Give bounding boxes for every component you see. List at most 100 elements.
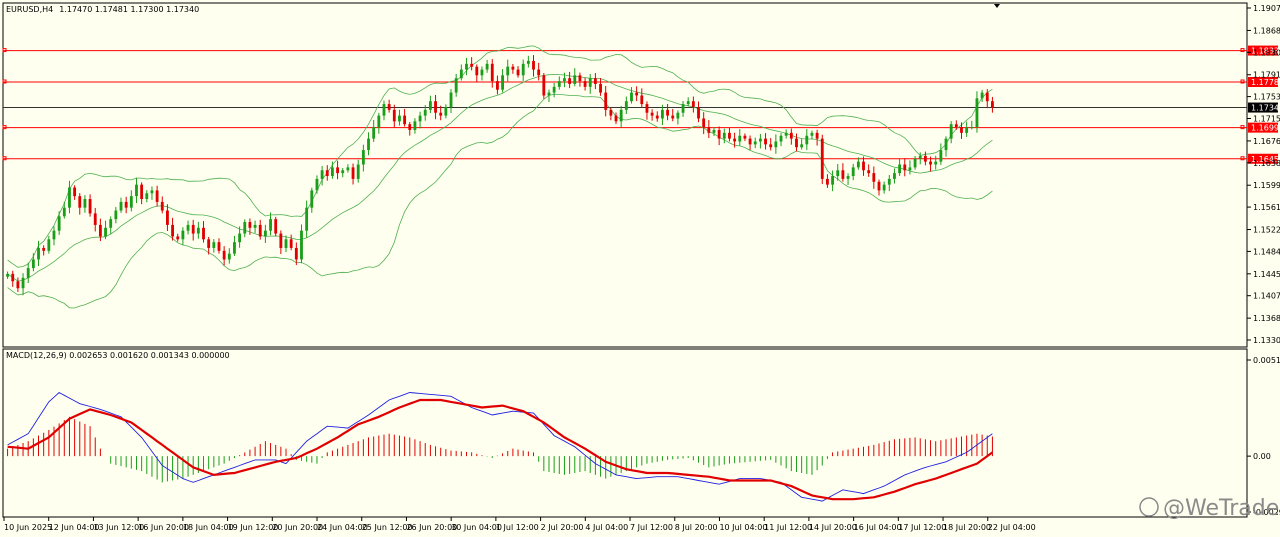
bull-candle xyxy=(619,109,623,122)
bull-candle xyxy=(753,141,757,145)
bull-candle xyxy=(856,161,860,168)
bear-candle xyxy=(593,78,597,84)
bear-candle xyxy=(222,250,226,260)
bull-candle xyxy=(887,178,891,185)
bull-candle xyxy=(310,190,314,208)
bull-candle xyxy=(423,109,427,116)
bull-candle xyxy=(970,127,974,129)
price-tick-label: 1.17910 xyxy=(1253,71,1280,80)
macd-tick-label: 0.00 xyxy=(1253,452,1271,461)
bull-candle xyxy=(624,101,628,110)
bull-candle xyxy=(346,167,350,171)
bull-candle xyxy=(949,124,953,139)
bull-candle xyxy=(521,63,525,76)
bull-candle xyxy=(449,92,453,107)
bull-candle xyxy=(444,106,448,116)
bull-candle xyxy=(83,199,87,208)
symbol-label: EURUSD,H4 xyxy=(6,5,53,14)
time-tick-label: 10 Jun 2025 xyxy=(4,523,52,532)
bear-candle xyxy=(274,219,278,234)
bull-candle xyxy=(934,161,938,165)
bull-candle xyxy=(913,158,917,168)
bull-candle xyxy=(918,155,922,159)
price-tick-label: 1.17150 xyxy=(1253,114,1280,123)
bear-candle xyxy=(583,81,587,87)
bear-candle xyxy=(325,170,329,177)
bear-candle xyxy=(516,69,520,76)
time-tick-label: 14 Jul 20:00 xyxy=(809,523,857,532)
bull-candle xyxy=(428,101,432,110)
price-tick-label: 1.15610 xyxy=(1253,203,1280,212)
bull-candle xyxy=(181,230,185,240)
bull-candle xyxy=(186,224,190,231)
time-tick-label: 18 Jul 20:00 xyxy=(943,523,991,532)
time-tick-label: 13 Jun 12:00 xyxy=(93,523,144,532)
bear-candle xyxy=(392,109,396,122)
bear-candle xyxy=(171,224,174,237)
bear-candle xyxy=(609,109,613,116)
bear-candle xyxy=(599,83,602,93)
bull-candle xyxy=(465,63,468,70)
bear-candle xyxy=(140,184,144,200)
bear-candle xyxy=(697,106,700,119)
bear-candle xyxy=(795,138,798,148)
bull-candle xyxy=(320,170,324,179)
bull-candle xyxy=(681,104,685,113)
bull-candle xyxy=(893,173,896,179)
bull-candle xyxy=(269,219,272,231)
time-tick-label: 22 Jul 04:00 xyxy=(988,523,1036,532)
bear-candle xyxy=(820,138,824,179)
bear-candle xyxy=(903,164,907,171)
chart-window[interactable]: 1.183301.177841.169911.164501.17340 1.19… xyxy=(0,0,1280,537)
bull-candle xyxy=(361,150,365,165)
time-tick-label: 19 Jun 12:00 xyxy=(228,523,279,532)
macd-tick-label: 0.005137 xyxy=(1253,356,1280,365)
bear-candle xyxy=(207,239,211,248)
price-tick-label: 1.19070 xyxy=(1253,4,1280,13)
bear-candle xyxy=(691,101,695,107)
bear-candle xyxy=(614,115,618,122)
bull-candle xyxy=(150,190,154,194)
watermark-text: @WeTrade xyxy=(1163,496,1279,521)
bull-candle xyxy=(227,253,231,260)
bear-candle xyxy=(258,224,262,237)
time-tick-label: 18 Jun 04:00 xyxy=(183,523,234,532)
price-tick-label: 1.13300 xyxy=(1253,336,1280,345)
bear-candle xyxy=(202,227,205,240)
price-tick-label: 1.13680 xyxy=(1253,314,1280,323)
bear-candle xyxy=(578,75,582,82)
bull-candle xyxy=(135,184,138,197)
bear-candle xyxy=(867,170,871,174)
macd-header: MACD(12,26,9) 0.002653 0.001620 0.001343… xyxy=(6,351,230,360)
bear-candle xyxy=(826,178,829,185)
time-tick-label: 25 Jun 12:00 xyxy=(362,523,413,532)
bull-candle xyxy=(196,227,200,234)
price-tick-label: 1.14070 xyxy=(1253,292,1280,301)
bear-candle xyxy=(640,95,644,105)
bull-candle xyxy=(382,104,386,116)
bear-candle xyxy=(124,201,128,208)
bull-candle xyxy=(965,127,969,133)
bear-candle xyxy=(650,112,654,116)
bull-candle xyxy=(800,144,804,148)
bear-candle xyxy=(841,170,845,179)
chart-canvas[interactable]: 1.183301.177841.169911.164501.17340 1.19… xyxy=(0,0,1280,537)
bear-candle xyxy=(11,273,15,282)
bear-candle xyxy=(743,135,747,139)
bear-candle xyxy=(954,124,958,128)
time-tick-label: 2 Jul 20:00 xyxy=(541,523,584,532)
time-tick-label: 11 Jul 12:00 xyxy=(764,523,812,532)
time-tick-label: 16 Jul 04:00 xyxy=(854,523,902,532)
bull-candle xyxy=(779,135,783,142)
bull-candle xyxy=(263,230,267,237)
time-tick-label: 30 Jun 04:00 xyxy=(451,523,502,532)
bear-candle xyxy=(635,92,639,96)
bear-candle xyxy=(93,213,97,225)
bear-candle xyxy=(408,124,412,130)
bull-candle xyxy=(939,150,943,162)
bear-candle xyxy=(717,129,721,139)
bull-candle xyxy=(563,78,566,82)
bull-candle xyxy=(774,141,778,148)
bull-candle xyxy=(526,60,530,64)
bear-candle xyxy=(217,242,221,251)
